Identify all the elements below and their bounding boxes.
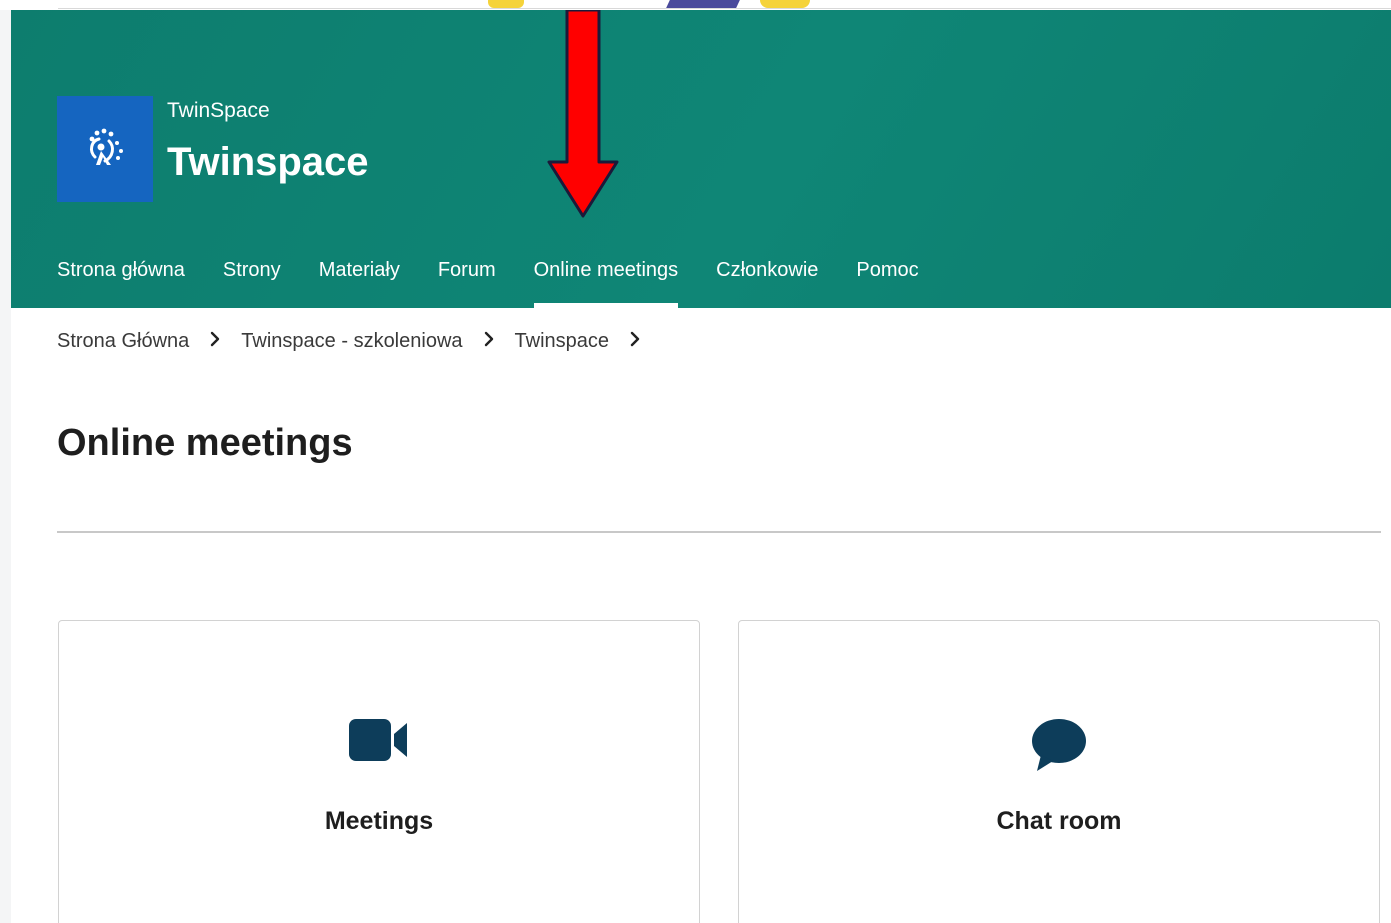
nav-item-online-meetings[interactable]: Online meetings xyxy=(533,248,678,308)
top-strip-line xyxy=(58,8,1391,9)
site-header: TwinSpace Twinspace Strona główna Strony… xyxy=(11,10,1391,308)
chevron-right-icon xyxy=(209,330,221,353)
twinspace-logo-icon xyxy=(89,128,123,165)
speech-bubble-icon xyxy=(1031,717,1087,778)
decoration-shape xyxy=(666,0,740,8)
nav-item-strona-glowna[interactable]: Strona główna xyxy=(57,248,185,308)
nav-item-czlonkowie[interactable]: Członkowie xyxy=(716,248,818,308)
top-strip xyxy=(0,0,1391,10)
chat-room-card[interactable]: Chat room xyxy=(738,620,1380,923)
nav-item-pomoc[interactable]: Pomoc xyxy=(856,248,918,308)
site-title[interactable]: Twinspace xyxy=(167,140,369,185)
main-nav: Strona główna Strony Materiały Forum Onl… xyxy=(57,248,957,308)
site-subtitle: TwinSpace xyxy=(167,99,270,122)
breadcrumb-item-twinspace[interactable]: Twinspace xyxy=(515,330,610,353)
annotation-arrow xyxy=(547,10,619,218)
divider xyxy=(57,531,1381,533)
chat-room-card-label: Chat room xyxy=(996,807,1122,835)
chevron-right-icon xyxy=(483,330,495,353)
nav-item-forum[interactable]: Forum xyxy=(438,248,496,308)
page-title: Online meetings xyxy=(57,422,353,464)
twinspace-logo[interactable] xyxy=(57,96,153,202)
breadcrumb-item-home[interactable]: Strona Główna xyxy=(57,330,189,353)
nav-item-materialy[interactable]: Materiały xyxy=(319,248,400,308)
main-content: Strona Główna Twinspace - szkoleniowa Tw… xyxy=(11,308,1391,923)
chevron-right-icon xyxy=(629,330,641,353)
decoration-shape xyxy=(760,0,810,8)
meetings-card[interactable]: Meetings xyxy=(58,620,700,923)
decoration-shape xyxy=(488,0,524,8)
screenshot-frame: TwinSpace Twinspace Strona główna Strony… xyxy=(0,0,1391,923)
breadcrumb: Strona Główna Twinspace - szkoleniowa Tw… xyxy=(57,330,661,353)
video-camera-icon xyxy=(349,717,409,768)
breadcrumb-item-twinspace-szkoleniowa[interactable]: Twinspace - szkoleniowa xyxy=(241,330,462,353)
meetings-card-label: Meetings xyxy=(324,807,434,835)
nav-item-strony[interactable]: Strony xyxy=(223,248,281,308)
